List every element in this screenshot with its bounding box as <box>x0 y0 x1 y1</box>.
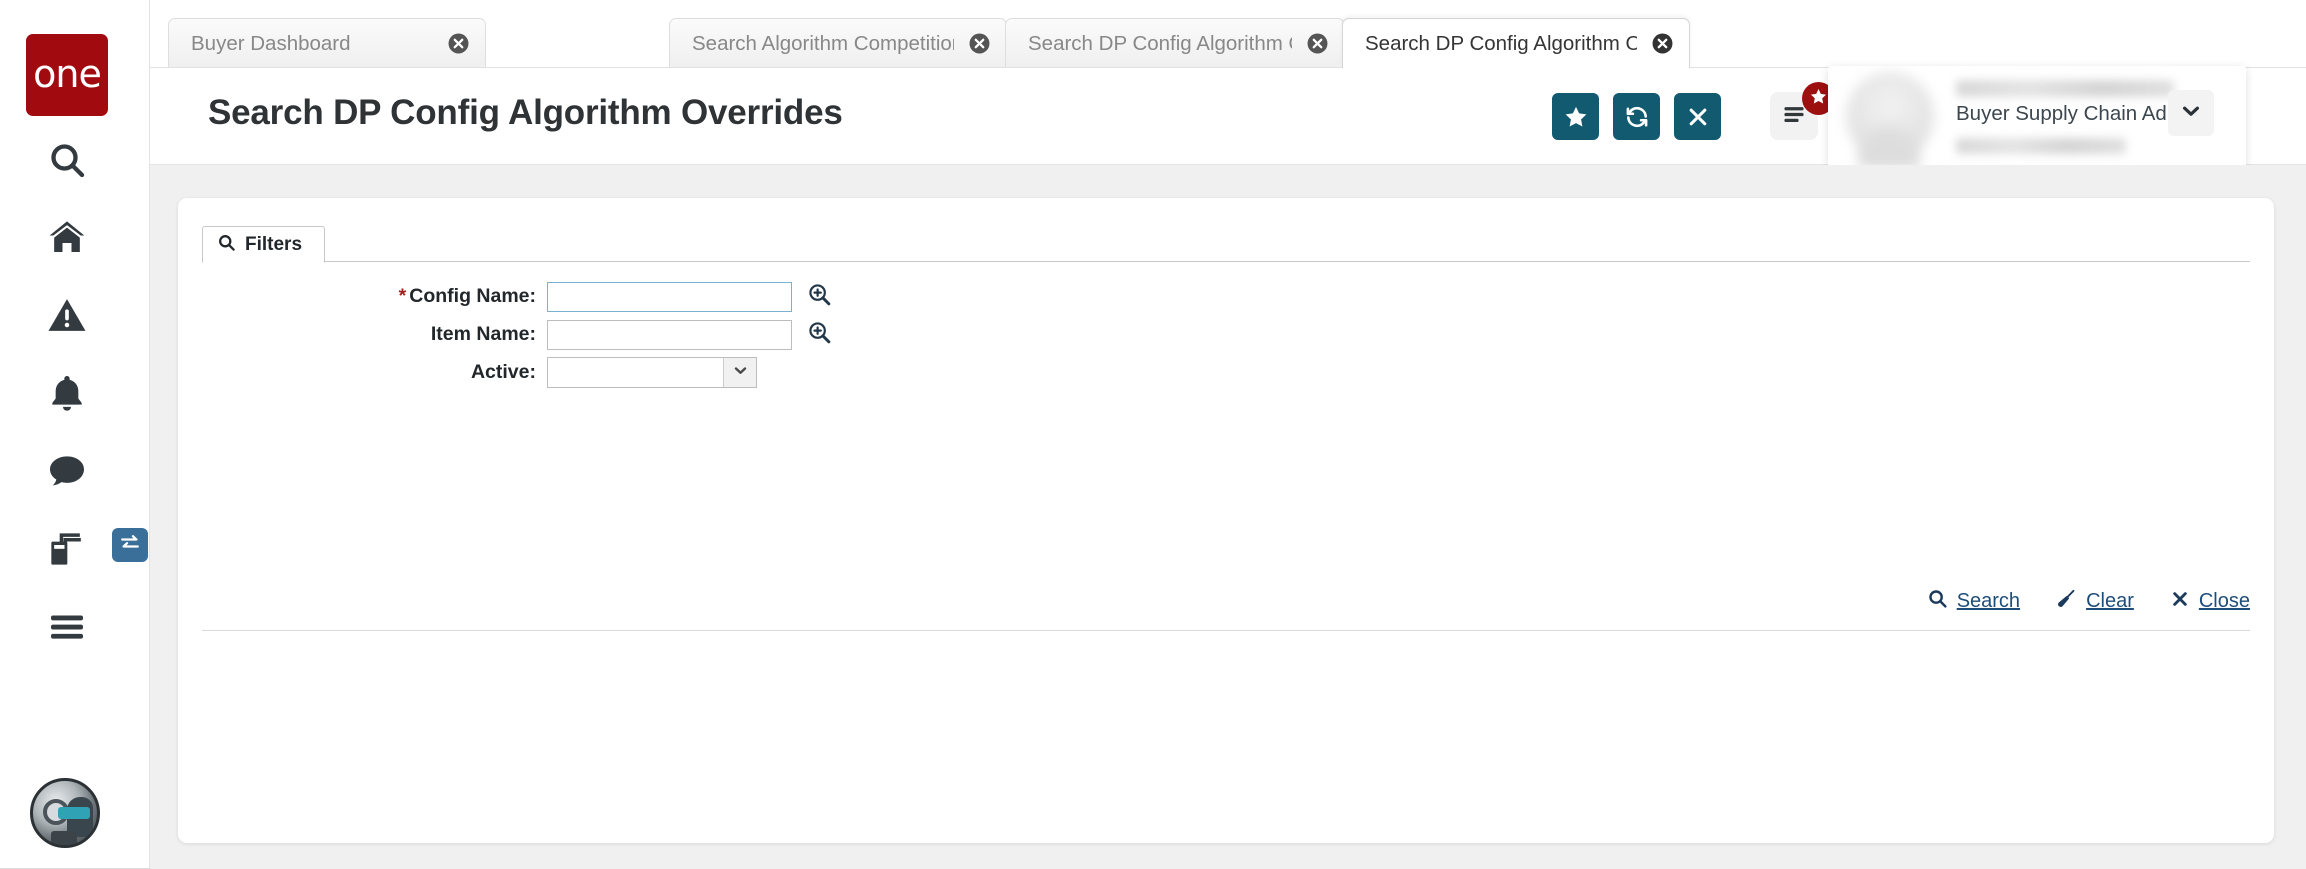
item-name-input[interactable] <box>547 319 792 350</box>
tab-close-icon[interactable] <box>1304 31 1330 57</box>
config-name-lookup-button[interactable] <box>805 283 833 311</box>
search-icon <box>1927 588 1948 614</box>
left-sidebar: one <box>0 0 150 869</box>
ai-assistant-avatar[interactable] <box>30 778 100 848</box>
item-name-lookup-button[interactable] <box>805 321 833 349</box>
close-action-label: Close <box>2198 589 2250 612</box>
config-name-input[interactable] <box>547 281 792 312</box>
filters-actions: Search Clear Close <box>1927 588 2250 614</box>
filters-tab-row: Filters <box>202 226 2250 263</box>
chevron-down-icon <box>2179 99 2203 128</box>
item-name-label: Item Name: <box>430 323 536 345</box>
tab-filters[interactable]: Filters <box>202 226 326 263</box>
user-name-redacted <box>1956 80 2174 97</box>
field-row-config-name: * Config Name: <box>202 278 2250 315</box>
content-card: Filters * Config Name: Item Name: Active… <box>178 198 2274 843</box>
cards-icon <box>47 529 87 569</box>
chevron-down-icon <box>732 362 749 384</box>
close-action[interactable]: Close <box>2170 589 2250 614</box>
tab-label: Search DP Config Algorithm Ove... <box>1365 31 1637 55</box>
filters-form: * Config Name: Item Name: Active: <box>202 278 2250 392</box>
bell-icon <box>47 373 87 413</box>
field-row-active: Active: <box>202 354 2250 391</box>
required-indicator: * <box>398 285 407 307</box>
user-email-redacted <box>1956 138 2126 154</box>
x-icon <box>2170 589 2190 614</box>
sidebar-item-warning[interactable] <box>26 287 108 343</box>
search-action-label: Search <box>1956 589 2021 612</box>
tab-close-icon[interactable] <box>445 31 471 57</box>
main-area: Buyer Dashboard Search Algorithm Competi… <box>150 0 2306 869</box>
user-menu-chevron[interactable] <box>2168 90 2214 136</box>
visor-icon <box>58 807 90 819</box>
browser-tab-strip: Buyer Dashboard Search Algorithm Competi… <box>150 0 2306 68</box>
config-name-label: * Config Name: <box>398 285 536 307</box>
exchange-arrows-icon <box>119 532 141 559</box>
sidebar-item-menu[interactable] <box>26 599 108 655</box>
page-title: Search DP Config Algorithm Overrides <box>208 93 843 132</box>
active-label: Active: <box>470 361 536 383</box>
application-window: one Buyer Dashboard Search Algorithm Com… <box>0 0 2306 869</box>
field-row-item-name: Item Name: <box>202 316 2250 353</box>
tab-label: Search Algorithm Competition C... <box>692 31 954 55</box>
user-profile-card[interactable]: Buyer Supply Chain Admin <box>1828 66 2246 167</box>
tab-search-dp-config-1[interactable]: Search DP Config Algorithm Ove... <box>1005 18 1345 68</box>
one-logo[interactable]: one <box>26 34 108 116</box>
sidebar-item-workspaces[interactable] <box>26 521 108 577</box>
home-icon <box>47 217 87 257</box>
tab-label: Buyer Dashboard <box>191 31 351 55</box>
tab-close-icon[interactable] <box>966 31 992 57</box>
page-header: Search DP Config Algorithm Overrides Buy… <box>150 66 2306 167</box>
close-page-button[interactable] <box>1674 93 1721 140</box>
hamburger-icon <box>47 607 87 647</box>
close-icon <box>1686 105 1710 129</box>
broom-icon <box>2056 588 2077 614</box>
sidebar-item-notifications[interactable] <box>26 365 108 421</box>
refresh-button[interactable] <box>1613 93 1660 140</box>
one-logo-text: one <box>33 51 102 96</box>
sidebar-item-home[interactable] <box>26 209 108 265</box>
active-select[interactable] <box>547 357 757 388</box>
tab-buyer-dashboard[interactable]: Buyer Dashboard <box>168 18 486 68</box>
filters-bottom-divider <box>202 630 2250 631</box>
tab-search-algorithm-competition[interactable]: Search Algorithm Competition C... <box>669 18 1007 68</box>
search-icon <box>217 233 236 257</box>
clear-action-label: Clear <box>2086 589 2134 612</box>
chat-icon <box>47 451 87 491</box>
content-background: Filters * Config Name: Item Name: Active… <box>150 165 2306 869</box>
star-icon <box>1563 104 1589 130</box>
robot-base-icon <box>51 831 77 845</box>
tab-search-dp-config-2-active[interactable]: Search DP Config Algorithm Ove... <box>1342 18 1690 68</box>
search-action[interactable]: Search <box>1927 588 2020 614</box>
exchange-arrows-badge[interactable] <box>112 528 148 562</box>
clear-action[interactable]: Clear <box>2056 588 2134 614</box>
tab-label: Search DP Config Algorithm Ove... <box>1028 31 1292 55</box>
magnifier-plus-icon <box>807 320 832 350</box>
tab-close-icon[interactable] <box>1649 31 1675 57</box>
sidebar-item-messages[interactable] <box>26 443 108 499</box>
warning-icon <box>47 295 87 335</box>
active-select-chevron[interactable] <box>723 358 756 387</box>
search-icon <box>47 140 87 180</box>
tab-filters-label: Filters <box>245 233 303 255</box>
refresh-icon <box>1624 104 1650 130</box>
sidebar-item-search[interactable] <box>26 132 108 188</box>
favorite-button[interactable] <box>1552 93 1599 140</box>
user-role: Buyer Supply Chain Admin <box>1956 102 2200 125</box>
magnifier-plus-icon <box>807 282 832 312</box>
star-icon <box>1809 87 1828 111</box>
